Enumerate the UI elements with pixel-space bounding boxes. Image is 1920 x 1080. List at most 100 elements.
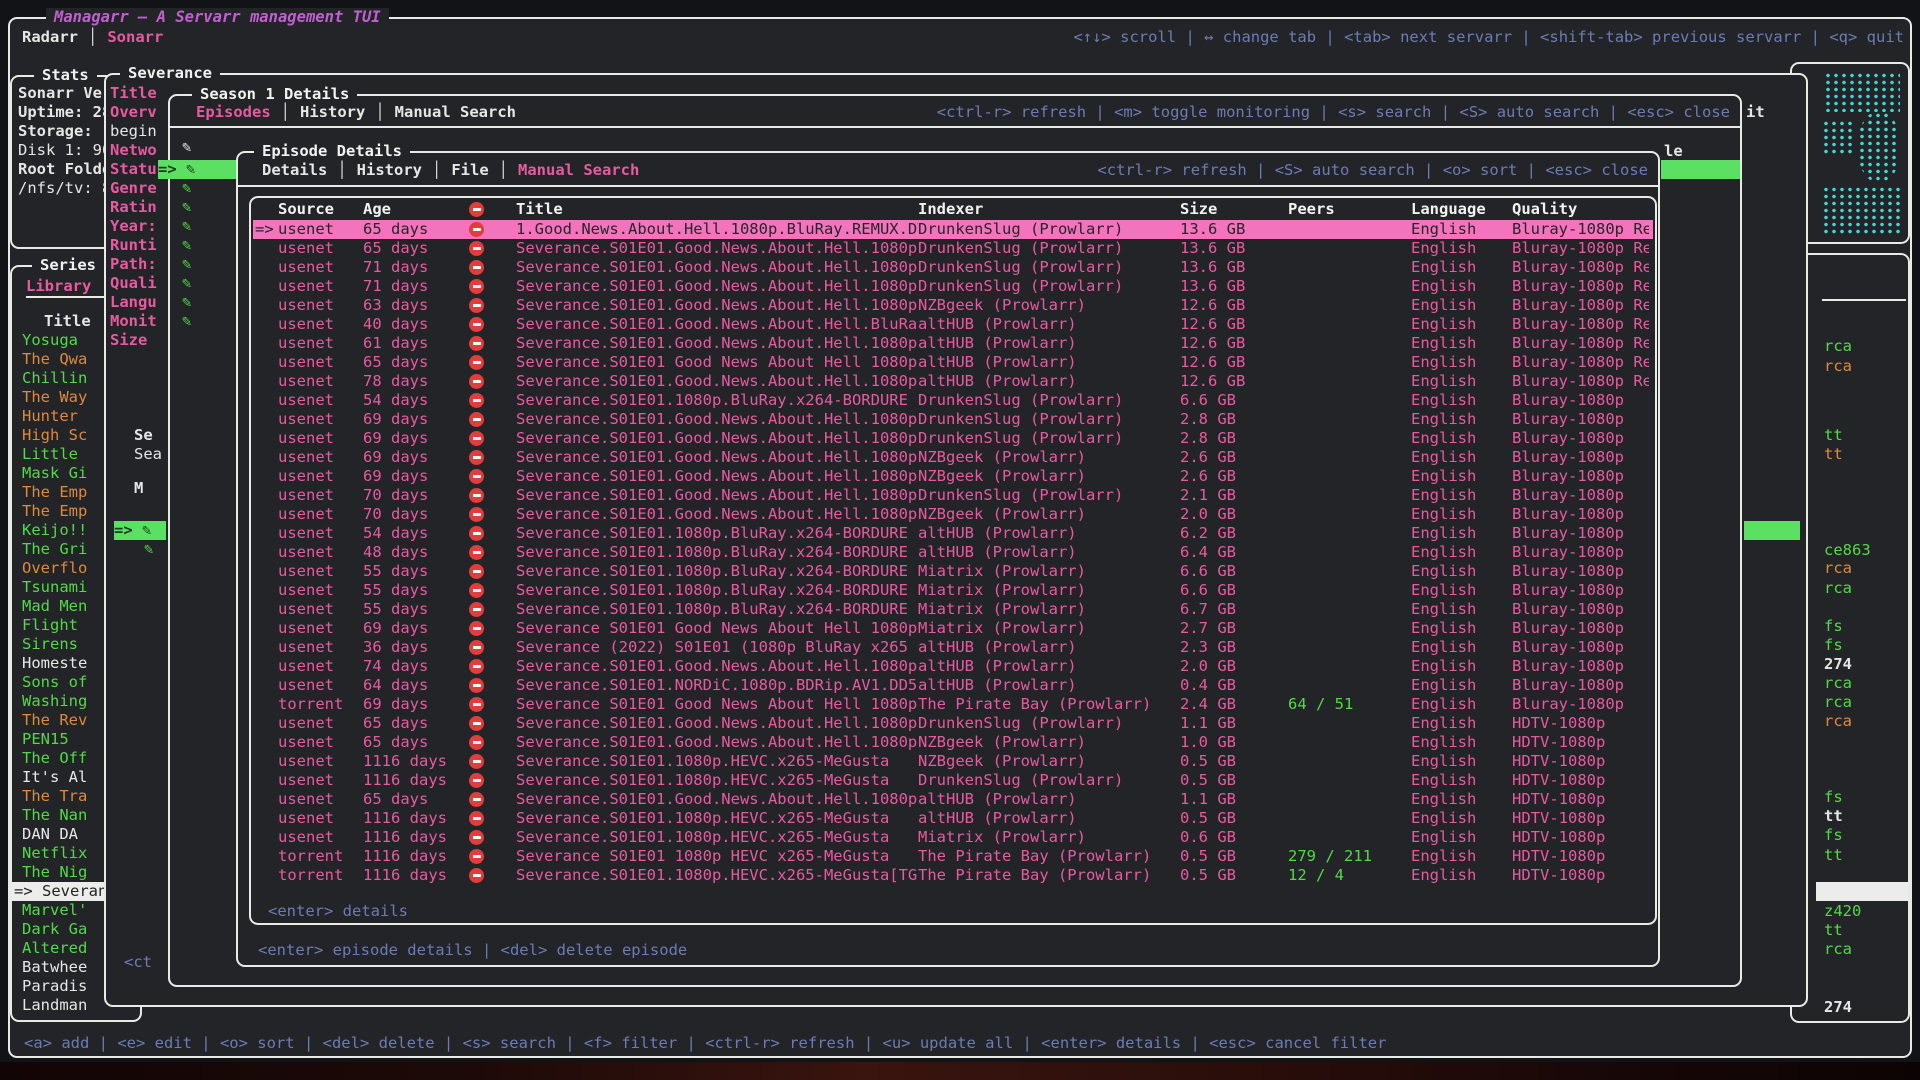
series-item[interactable]: Mad Men	[12, 597, 104, 616]
series-item[interactable]: The Nan	[12, 806, 104, 825]
series-item[interactable]: Landman	[12, 996, 104, 1015]
background-fragment: rca	[1824, 337, 1906, 356]
series-item[interactable]: Hunter	[12, 407, 104, 426]
episode-tab-file[interactable]: File	[451, 161, 488, 180]
release-row[interactable]: =>usenet65 days1.Good.News.About.Hell.10…	[253, 220, 1653, 239]
monitored-icon: ✎	[182, 236, 191, 255]
series-item[interactable]: The Way	[12, 388, 104, 407]
release-table-header-row: SourceAgeTitleIndexerSizePeersLanguageQu…	[253, 200, 1653, 219]
series-item[interactable]: Washing	[12, 692, 104, 711]
series-item[interactable]: DAN DA	[12, 825, 104, 844]
rejected-icon	[469, 583, 484, 598]
release-row[interactable]: torrent1116 daysSeverance S01E01 1080p H…	[253, 847, 1653, 866]
release-row[interactable]: usenet55 daysSeverance.S01E01.1080p.BluR…	[253, 562, 1653, 581]
release-row[interactable]: usenet55 daysSeverance.S01E01.1080p.BluR…	[253, 600, 1653, 619]
release-row[interactable]: usenet54 daysSeverance.S01E01.1080p.BluR…	[253, 524, 1653, 543]
season-tab-episodes[interactable]: Episodes	[196, 103, 271, 122]
release-row[interactable]: torrent1116 daysSeverance.S01E01.1080p.H…	[253, 866, 1653, 885]
release-row[interactable]: usenet65 daysSeverance.S01E01.Good.News.…	[253, 239, 1653, 258]
series-item[interactable]: Overflo	[12, 559, 104, 578]
release-row[interactable]: usenet1116 daysSeverance.S01E01.1080p.HE…	[253, 809, 1653, 828]
series-item[interactable]: Altered	[12, 939, 104, 958]
series-item[interactable]: Chillin	[12, 369, 104, 388]
release-row[interactable]: usenet65 daysSeverance.S01E01 Good News …	[253, 353, 1653, 372]
series-item[interactable]: Yosuga	[12, 331, 104, 350]
episodes-header-fragment: le	[1664, 142, 1683, 161]
season-tab-manual-search[interactable]: Manual Search	[395, 103, 516, 122]
series-item[interactable]: The Tra	[12, 787, 104, 806]
series-item[interactable]: Mask Gi	[12, 464, 104, 483]
series-item[interactable]: The Nig	[12, 863, 104, 882]
release-row[interactable]: usenet54 daysSeverance.S01E01.1080p.BluR…	[253, 391, 1653, 410]
series-item[interactable]: The Qwa	[12, 350, 104, 369]
release-row[interactable]: usenet70 daysSeverance.S01E01.Good.News.…	[253, 505, 1653, 524]
series-item[interactable]: Paradis	[12, 977, 104, 996]
series-item[interactable]: The Emp	[12, 483, 104, 502]
series-item[interactable]: The Off	[12, 749, 104, 768]
series-item[interactable]: Sirens	[12, 635, 104, 654]
rejected-icon	[469, 640, 484, 655]
release-row[interactable]: torrent69 daysSeverance S01E01 Good News…	[253, 695, 1653, 714]
release-row[interactable]: usenet70 daysSeverance.S01E01.Good.News.…	[253, 486, 1653, 505]
series-item[interactable]: Sons of	[12, 673, 104, 692]
release-row[interactable]: usenet65 daysSeverance.S01E01.Good.News.…	[253, 733, 1653, 752]
series-item[interactable]: Little	[12, 445, 104, 464]
tab-library[interactable]: Library │	[26, 277, 110, 296]
release-table-rows[interactable]: =>usenet65 days1.Good.News.About.Hell.10…	[253, 220, 1653, 885]
release-row[interactable]: usenet1116 daysSeverance.S01E01.1080p.HE…	[253, 771, 1653, 790]
rejected-icon	[469, 792, 484, 807]
series-item[interactable]: It's Al	[12, 768, 104, 787]
series-item[interactable]: Marvel'	[12, 901, 104, 920]
series-item[interactable]: Dark Ga	[12, 920, 104, 939]
episode-tab-details[interactable]: Details	[262, 161, 327, 180]
release-row[interactable]: usenet65 daysSeverance.S01E01.Good.News.…	[253, 714, 1653, 733]
release-row[interactable]: usenet36 daysSeverance (2022) S01E01 (10…	[253, 638, 1653, 657]
release-row[interactable]: usenet64 daysSeverance.S01E01.NORDiC.108…	[253, 676, 1653, 695]
episode-tab-manual-search[interactable]: Manual Search	[518, 161, 639, 180]
release-row[interactable]: usenet40 daysSeverance.S01E01.Good.News.…	[253, 315, 1653, 334]
monitored-icon: ✎	[182, 312, 191, 331]
season-progress-bar	[1744, 521, 1800, 540]
series-item[interactable]: High Sc	[12, 426, 104, 445]
background-selected-row-highlight	[1816, 882, 1908, 901]
series-item[interactable]: Tsunami	[12, 578, 104, 597]
release-row[interactable]: usenet55 daysSeverance.S01E01.1080p.BluR…	[253, 581, 1653, 600]
season-tabs: Episodes│History│Manual Search	[196, 103, 516, 122]
series-item[interactable]: Homeste	[12, 654, 104, 673]
series-item[interactable]: Batwhee	[12, 958, 104, 977]
release-row[interactable]: usenet74 daysSeverance.S01E01.Good.News.…	[253, 657, 1653, 676]
season-tab-history[interactable]: History	[300, 103, 365, 122]
season-selected-row[interactable]: => ✎	[114, 521, 166, 540]
release-row[interactable]: usenet78 daysSeverance.S01E01.Good.News.…	[253, 372, 1653, 391]
series-item[interactable]: PEN15	[12, 730, 104, 749]
tab-sonarr[interactable]: Sonarr	[107, 28, 163, 47]
release-row[interactable]: usenet69 daysSeverance.S01E01.Good.News.…	[253, 410, 1653, 429]
series-item[interactable]: Netflix	[12, 844, 104, 863]
series-item[interactable]: => Severan	[12, 882, 104, 901]
release-row[interactable]: usenet69 daysSeverance S01E01 Good News …	[253, 619, 1653, 638]
release-row[interactable]: usenet1116 daysSeverance.S01E01.1080p.HE…	[253, 752, 1653, 771]
episode-tab-history[interactable]: History	[357, 161, 422, 180]
release-row[interactable]: usenet48 daysSeverance.S01E01.1080p.BluR…	[253, 543, 1653, 562]
episode-keybinds: <ctrl-r> refresh | <S> auto search | <o>…	[900, 161, 1648, 180]
release-row[interactable]: usenet69 daysSeverance.S01E01.Good.News.…	[253, 429, 1653, 448]
series-item[interactable]: The Rev	[12, 711, 104, 730]
series-item[interactable]: Keijo!!	[12, 521, 104, 540]
release-row[interactable]: usenet71 daysSeverance.S01E01.Good.News.…	[253, 277, 1653, 296]
episode-selected-row[interactable]: => ✎	[158, 160, 236, 179]
series-item[interactable]: Flight	[12, 616, 104, 635]
release-row[interactable]: usenet61 daysSeverance.S01E01.Good.News.…	[253, 334, 1653, 353]
series-item[interactable]: The Emp	[12, 502, 104, 521]
series-item[interactable]: The Gri	[12, 540, 104, 559]
release-row[interactable]: usenet69 daysSeverance.S01E01.Good.News.…	[253, 448, 1653, 467]
table-footer-keybinds: <enter> details	[268, 902, 408, 921]
release-row[interactable]: usenet71 daysSeverance.S01E01.Good.News.…	[253, 258, 1653, 277]
rejected-icon	[469, 488, 484, 503]
release-row[interactable]: usenet69 daysSeverance.S01E01.Good.News.…	[253, 467, 1653, 486]
release-row[interactable]: usenet63 daysSeverance.S01E01.Good.News.…	[253, 296, 1653, 315]
release-row[interactable]: usenet65 daysSeverance.S01E01.Good.News.…	[253, 790, 1653, 809]
background-fragment: fs	[1824, 617, 1906, 636]
severance-field-labels: TitleOvervbeginNetwoStatuGenreRatinYear:…	[110, 84, 166, 350]
tab-radarr[interactable]: Radarr	[22, 28, 78, 47]
release-row[interactable]: usenet1116 daysSeverance.S01E01.1080p.HE…	[253, 828, 1653, 847]
